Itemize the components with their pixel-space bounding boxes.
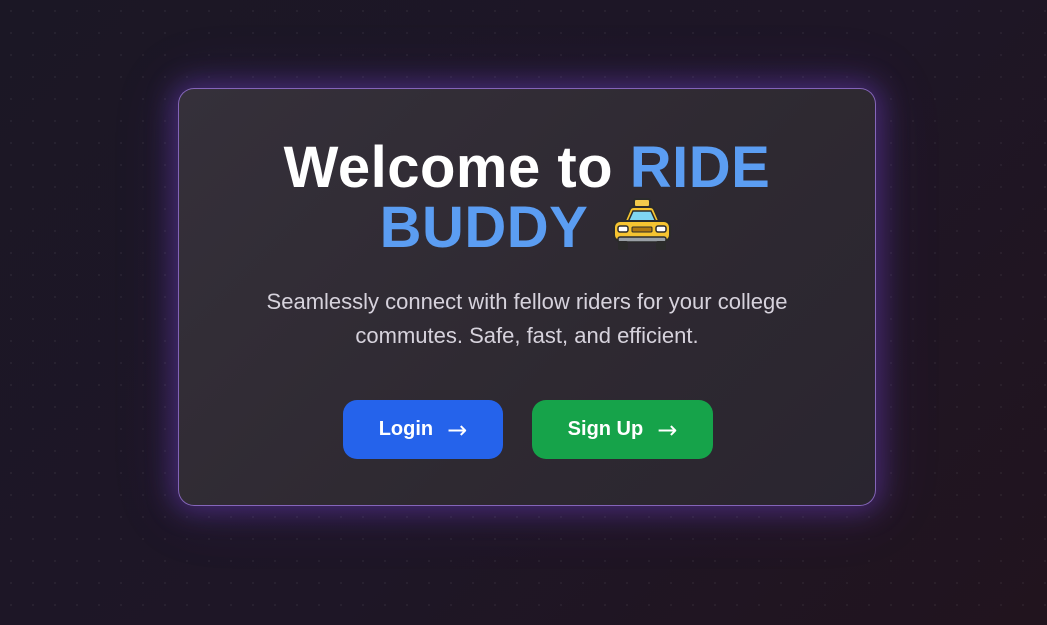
arrow-right-icon: →: [657, 415, 678, 444]
signup-button[interactable]: Sign Up →: [532, 400, 713, 459]
welcome-card: Welcome to RIDE BUDDY Seamlessly connect…: [178, 88, 876, 506]
page-title: Welcome to RIDE BUDDY: [179, 139, 875, 257]
login-label: Login: [378, 418, 434, 440]
hero-subtitle: Seamlessly connect with fellow riders fo…: [219, 285, 835, 353]
subtitle-line-2: commutes. Safe, fast, and efficient.: [355, 323, 699, 348]
title-text: Welcome to: [283, 135, 630, 200]
taxi-icon: [610, 197, 674, 253]
title-brand-ride: RIDE: [629, 135, 771, 200]
title-brand-buddy: BUDDY: [379, 195, 589, 260]
login-button[interactable]: Login →: [343, 400, 503, 459]
signup-label: Sign Up: [567, 418, 644, 440]
subtitle-line-1: Seamlessly connect with fellow riders fo…: [266, 289, 788, 314]
arrow-right-icon: →: [447, 415, 468, 444]
